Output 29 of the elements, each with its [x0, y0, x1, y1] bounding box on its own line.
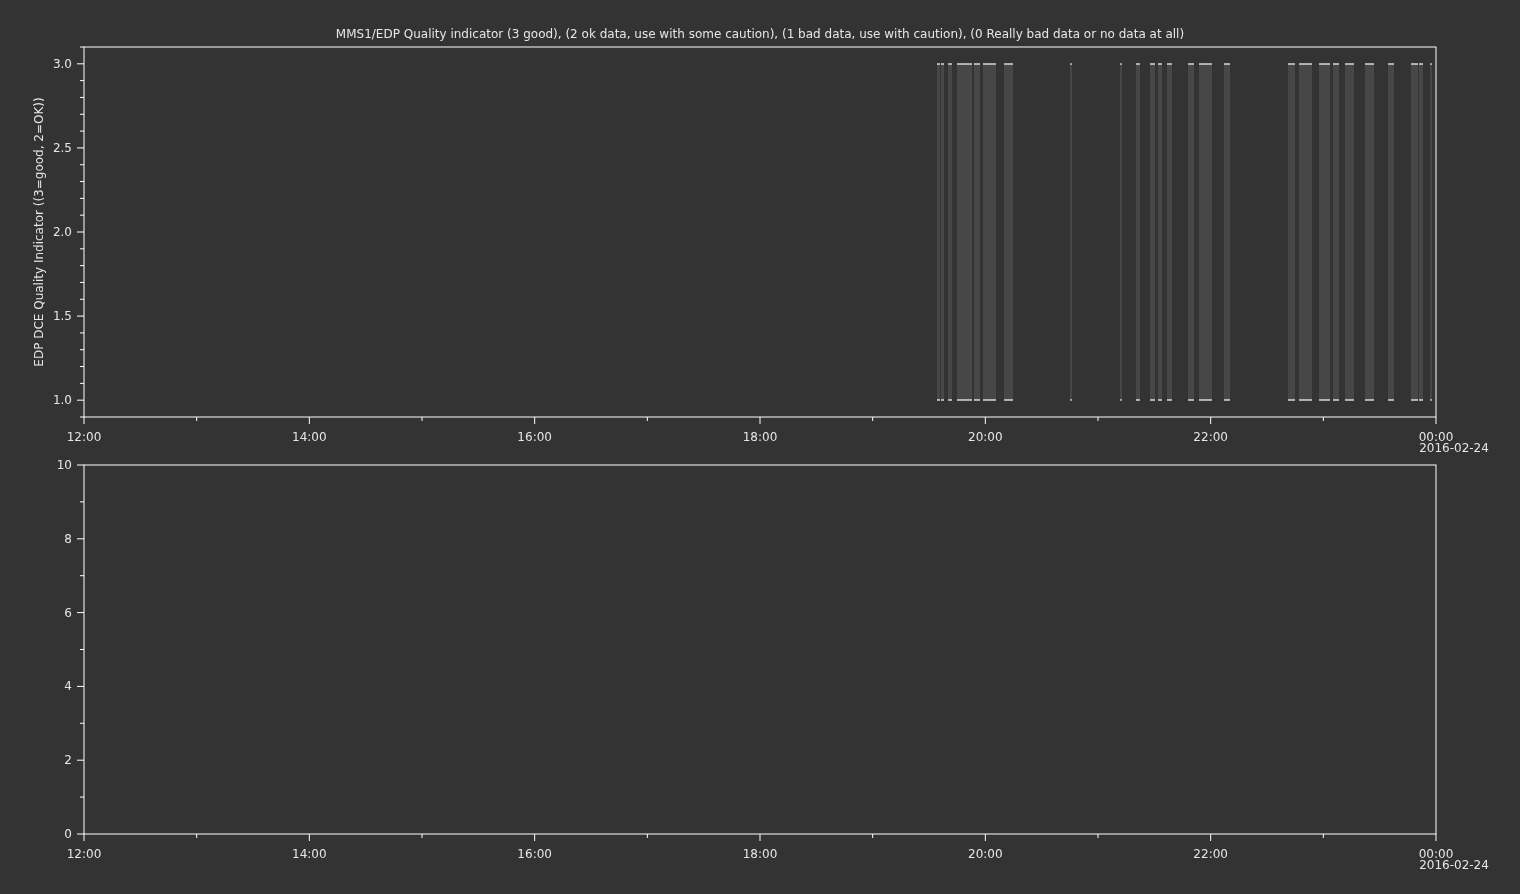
- tick-label: 22:00: [1193, 847, 1228, 861]
- chart-title: MMS1/EDP Quality indicator (3 good), (2 ok data, use with some caution), (1 bad data, use with caution), (0 Really bad data or no data at all): [335, 27, 1185, 41]
- tick-label: 16:00: [517, 430, 552, 444]
- tick-label: 20:00: [968, 430, 1003, 444]
- tick-label: 10: [56, 458, 72, 472]
- tick-label: 2: [64, 753, 72, 768]
- tick-label: 18:00: [742, 847, 778, 861]
- tick-label: 6: [64, 605, 72, 620]
- date-label: 2016-02-24: [1419, 858, 1489, 872]
- tick-label: 18:00: [742, 430, 778, 444]
- tick-label: 8: [64, 531, 72, 546]
- tick-label: 2.0: [52, 225, 72, 239]
- tick-label: 1.5: [52, 309, 72, 324]
- tick-label: 12:00: [66, 430, 102, 444]
- tick-label: 22:00: [1193, 430, 1228, 444]
- tick-label: 4: [64, 679, 72, 694]
- tick-label: 1.0: [52, 393, 72, 408]
- tick-label: 14:00: [292, 847, 327, 861]
- tick-label: 00:00: [1418, 430, 1454, 444]
- tick-label: 0: [64, 827, 72, 841]
- date-label: 2016-02-24: [1419, 441, 1489, 455]
- tick-label: 20:00: [968, 847, 1003, 861]
- y-axis-label: EDP DCE Quality Indicator ((3=good, 2=OK)): [32, 97, 46, 367]
- tick-label: 12:00: [66, 847, 102, 861]
- tick-label: 2.5: [52, 140, 72, 155]
- tick-label: 3.0: [52, 56, 72, 71]
- tick-label: 00:00: [1418, 847, 1454, 861]
- tick-label: 16:00: [517, 847, 552, 861]
- tick-label: 14:00: [292, 430, 327, 444]
